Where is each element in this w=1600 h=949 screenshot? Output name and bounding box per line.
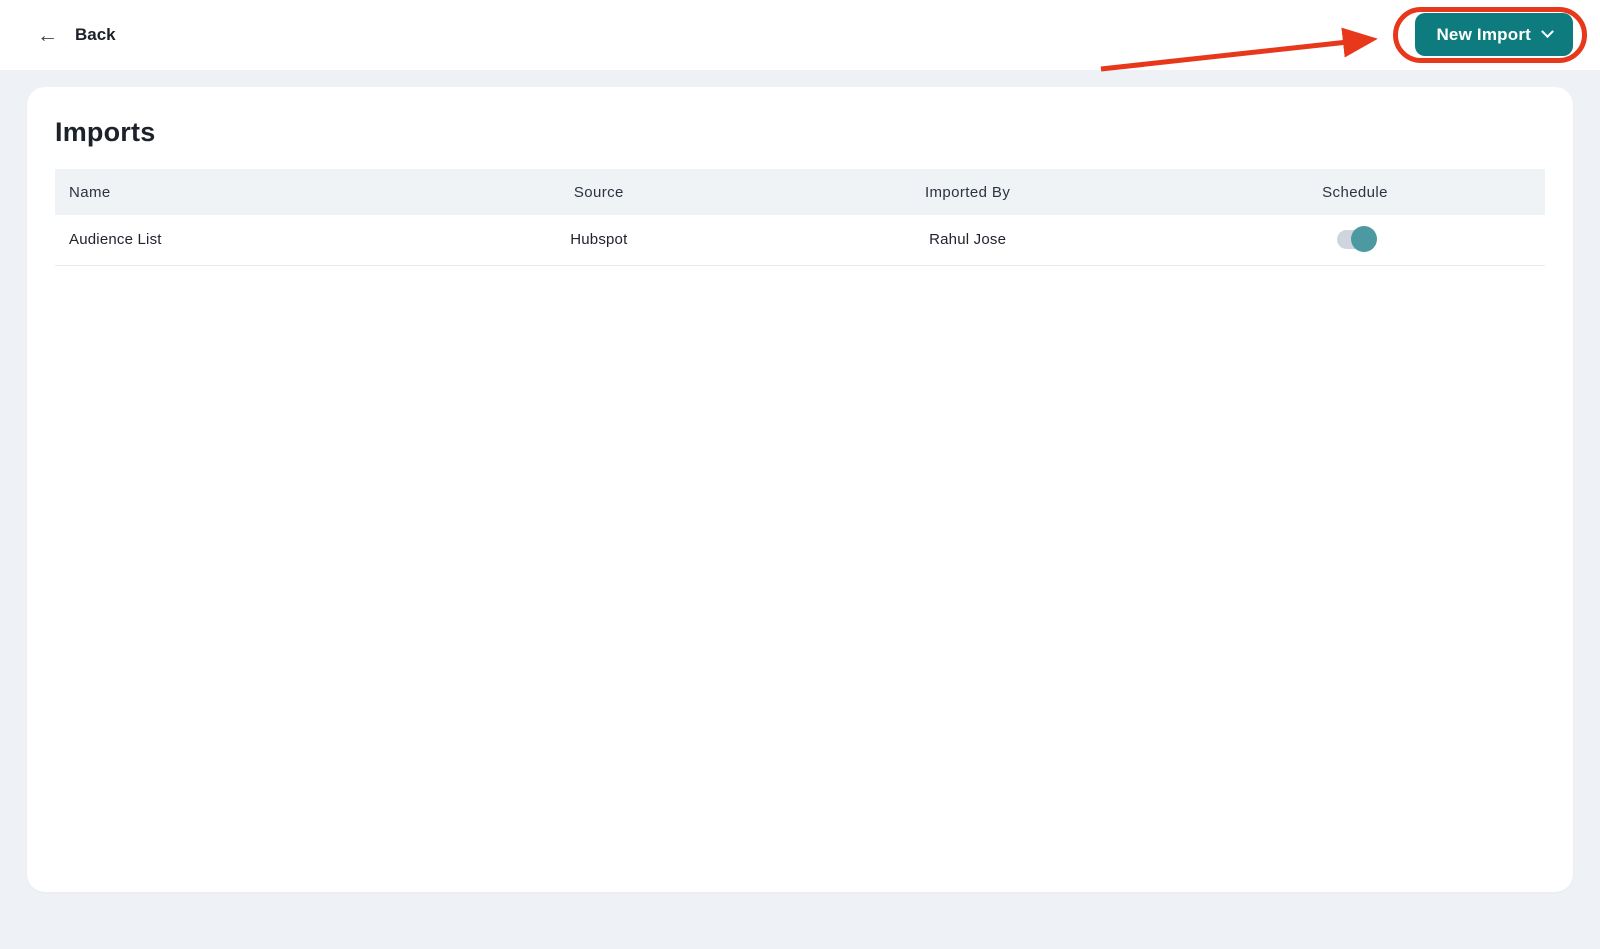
chevron-down-icon [1541,25,1554,39]
new-import-button[interactable]: New Import [1415,13,1573,56]
new-import-label: New Import [1436,24,1531,44]
column-header-source: Source [573,183,624,201]
page-title: Imports [55,117,156,147]
cell-source: Hubspot [570,231,628,249]
imports-card: Imports Name Source Imported By Schedule… [27,87,1573,892]
column-header-imported-by: Imported By [924,183,1011,201]
cell-name: Audience List [69,231,162,249]
schedule-toggle[interactable] [1336,226,1377,253]
back-label: Back [75,25,116,44]
imports-table: Name Source Imported By Schedule Audienc… [55,169,1545,266]
cell-imported-by: Rahul Jose [929,231,1007,249]
column-header-name: Name [69,183,111,201]
schedule-toggle-knob [1350,226,1377,253]
back-button[interactable]: ← Back [37,0,116,70]
cell-schedule [1165,215,1545,265]
column-header-schedule: Schedule [1322,183,1388,201]
table-row[interactable]: Audience List Hubspot Rahul Jose [55,215,1545,265]
top-bar: ← Back New Import [0,0,1600,70]
back-arrow-icon: ← [37,23,58,47]
table-header-row: Name Source Imported By Schedule [55,169,1545,215]
